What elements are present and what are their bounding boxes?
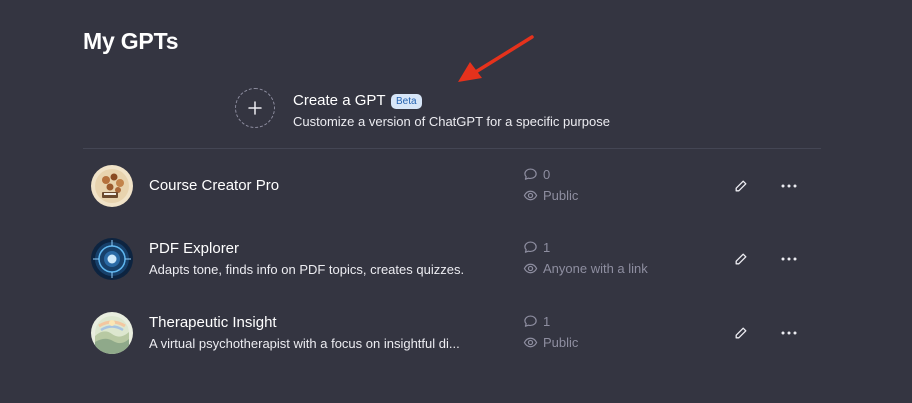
pencil-icon [735,327,747,339]
gpt-name: Course Creator Pro [149,177,280,194]
pencil-icon [735,180,747,192]
conversation-count-value: 0 [543,167,551,182]
visibility-status: Public [523,335,578,350]
create-gpt-button[interactable]: Create a GPT Beta Customize a version of… [235,88,715,132]
plus-icon [248,101,262,115]
more-options-button[interactable] [779,176,799,196]
conversation-count: 1 [523,240,550,255]
visibility-status: Public [523,188,578,203]
eye-icon [523,263,538,274]
create-gpt-subtitle: Customize a version of ChatGPT for a spe… [293,114,610,129]
create-gpt-title: Create a GPT [293,92,386,109]
divider [83,148,821,149]
more-options-button[interactable] [779,323,799,343]
avatar [91,312,133,354]
visibility-value: Public [543,335,579,350]
gpt-name: Therapeutic Insight [149,314,277,331]
gpt-name: PDF Explorer [149,240,240,257]
eye-icon [523,337,538,348]
more-horizontal-icon [781,331,797,335]
visibility-status: Anyone with a link [523,261,648,276]
create-gpt-circle[interactable] [235,88,275,128]
more-options-button[interactable] [779,249,799,269]
conversation-count: 0 [523,167,550,182]
gpt-row-pdf-explorer[interactable]: PDF Explorer Adapts tone, finds info on … [83,229,821,289]
pencil-icon [735,253,747,265]
gpt-row-course-creator-pro[interactable]: Course Creator Pro 0 Public [83,156,821,216]
gpt-description: Adapts tone, finds info on PDF topics, c… [149,262,465,277]
conversation-count-value: 1 [543,314,551,329]
gpt-description: A virtual psychotherapist with a focus o… [149,336,460,351]
more-horizontal-icon [781,184,797,188]
visibility-value: Anyone with a link [543,261,648,276]
beta-badge: Beta [391,94,422,109]
visibility-value: Public [543,188,579,203]
conversation-count: 1 [523,314,550,329]
avatar [91,238,133,280]
eye-icon [523,190,538,201]
more-horizontal-icon [781,257,797,261]
chat-bubble-icon [524,241,537,253]
gpt-row-therapeutic-insight[interactable]: Therapeutic Insight A virtual psychother… [83,303,821,363]
edit-button[interactable] [731,176,751,196]
avatar [91,165,133,207]
chat-bubble-icon [524,315,537,327]
edit-button[interactable] [731,249,751,269]
conversation-count-value: 1 [543,240,551,255]
chat-bubble-icon [524,168,537,180]
edit-button[interactable] [731,323,751,343]
